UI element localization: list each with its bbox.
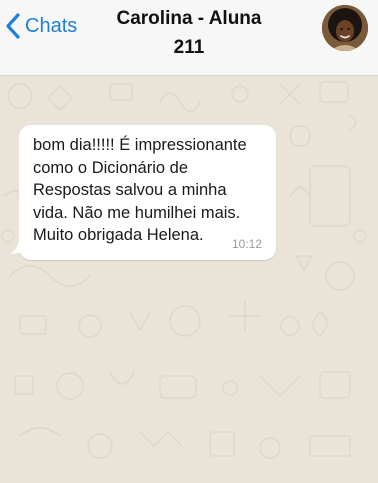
chat-area[interactable]: bom dia!!!!! É impressionante como o Dic…	[0, 76, 378, 483]
bubble-tail	[10, 240, 24, 254]
contact-name[interactable]: Carolina - Aluna 211	[100, 4, 278, 62]
chevron-left-icon	[4, 12, 22, 40]
message-timestamp: 10:12	[231, 237, 262, 251]
back-button[interactable]: Chats	[4, 12, 77, 40]
back-label: Chats	[25, 15, 78, 37]
message-bubble[interactable]: bom dia!!!!! É impressionante como o Dic…	[10, 125, 276, 260]
message-text: bom dia!!!!! É impressionante como o Dic…	[33, 136, 247, 244]
avatar[interactable]	[322, 5, 368, 51]
chat-header: Chats Carolina - Aluna 211	[0, 0, 378, 76]
